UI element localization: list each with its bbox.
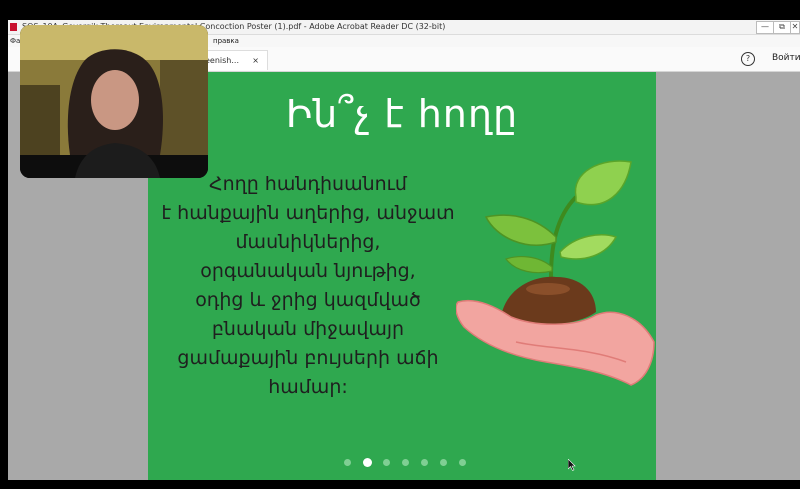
page-dot[interactable] <box>383 459 390 466</box>
plant-in-hand-illustration <box>456 160 655 386</box>
body-line: օրգանական նյութից, <box>200 260 416 282</box>
body-line: բնական միջավայր <box>211 318 405 340</box>
document-tab[interactable]: eenish... × <box>198 50 268 70</box>
page-dot[interactable] <box>421 459 428 466</box>
help-icon[interactable]: ? <box>741 52 755 66</box>
menu-edit[interactable]: правка <box>213 35 239 47</box>
body-line: է հանքային աղերից, անջատ <box>161 202 455 224</box>
bottom-bar <box>0 480 800 489</box>
menu-file[interactable]: Фа <box>10 35 20 47</box>
minimize-button[interactable]: — <box>756 21 774 34</box>
close-tab-icon[interactable]: × <box>252 51 259 71</box>
maximize-button[interactable]: ⧉ <box>773 21 791 34</box>
webcam-video-feed <box>20 25 208 178</box>
signin-button[interactable]: Войти <box>772 51 800 65</box>
page-dot[interactable] <box>440 459 447 466</box>
body-line: մասնիկներից, <box>235 231 381 253</box>
page-dot[interactable] <box>402 459 409 466</box>
close-window-button[interactable]: ✕ <box>790 21 800 34</box>
document-tab-label: eenish... <box>205 56 240 65</box>
slide-page: Ին՞չ է հողը Հողը հանդիսանում է հանքային … <box>148 72 656 480</box>
page-dot[interactable] <box>459 459 466 466</box>
slide-title: Ին՞չ է հողը <box>285 92 519 136</box>
page-dot[interactable] <box>344 459 351 466</box>
body-line: օդից և ջրից կազմված <box>195 289 421 311</box>
acrobat-icon <box>10 23 17 31</box>
page-dot-active[interactable] <box>363 458 372 467</box>
body-line: համար: <box>268 376 348 398</box>
slide-body-text: Հողը հանդիսանում է հանքային աղերից, անջա… <box>148 170 468 402</box>
body-line: ցամաքային բույսերի աճի <box>177 347 439 369</box>
webcam-overlay <box>20 25 208 178</box>
mouse-cursor-icon <box>568 459 576 471</box>
